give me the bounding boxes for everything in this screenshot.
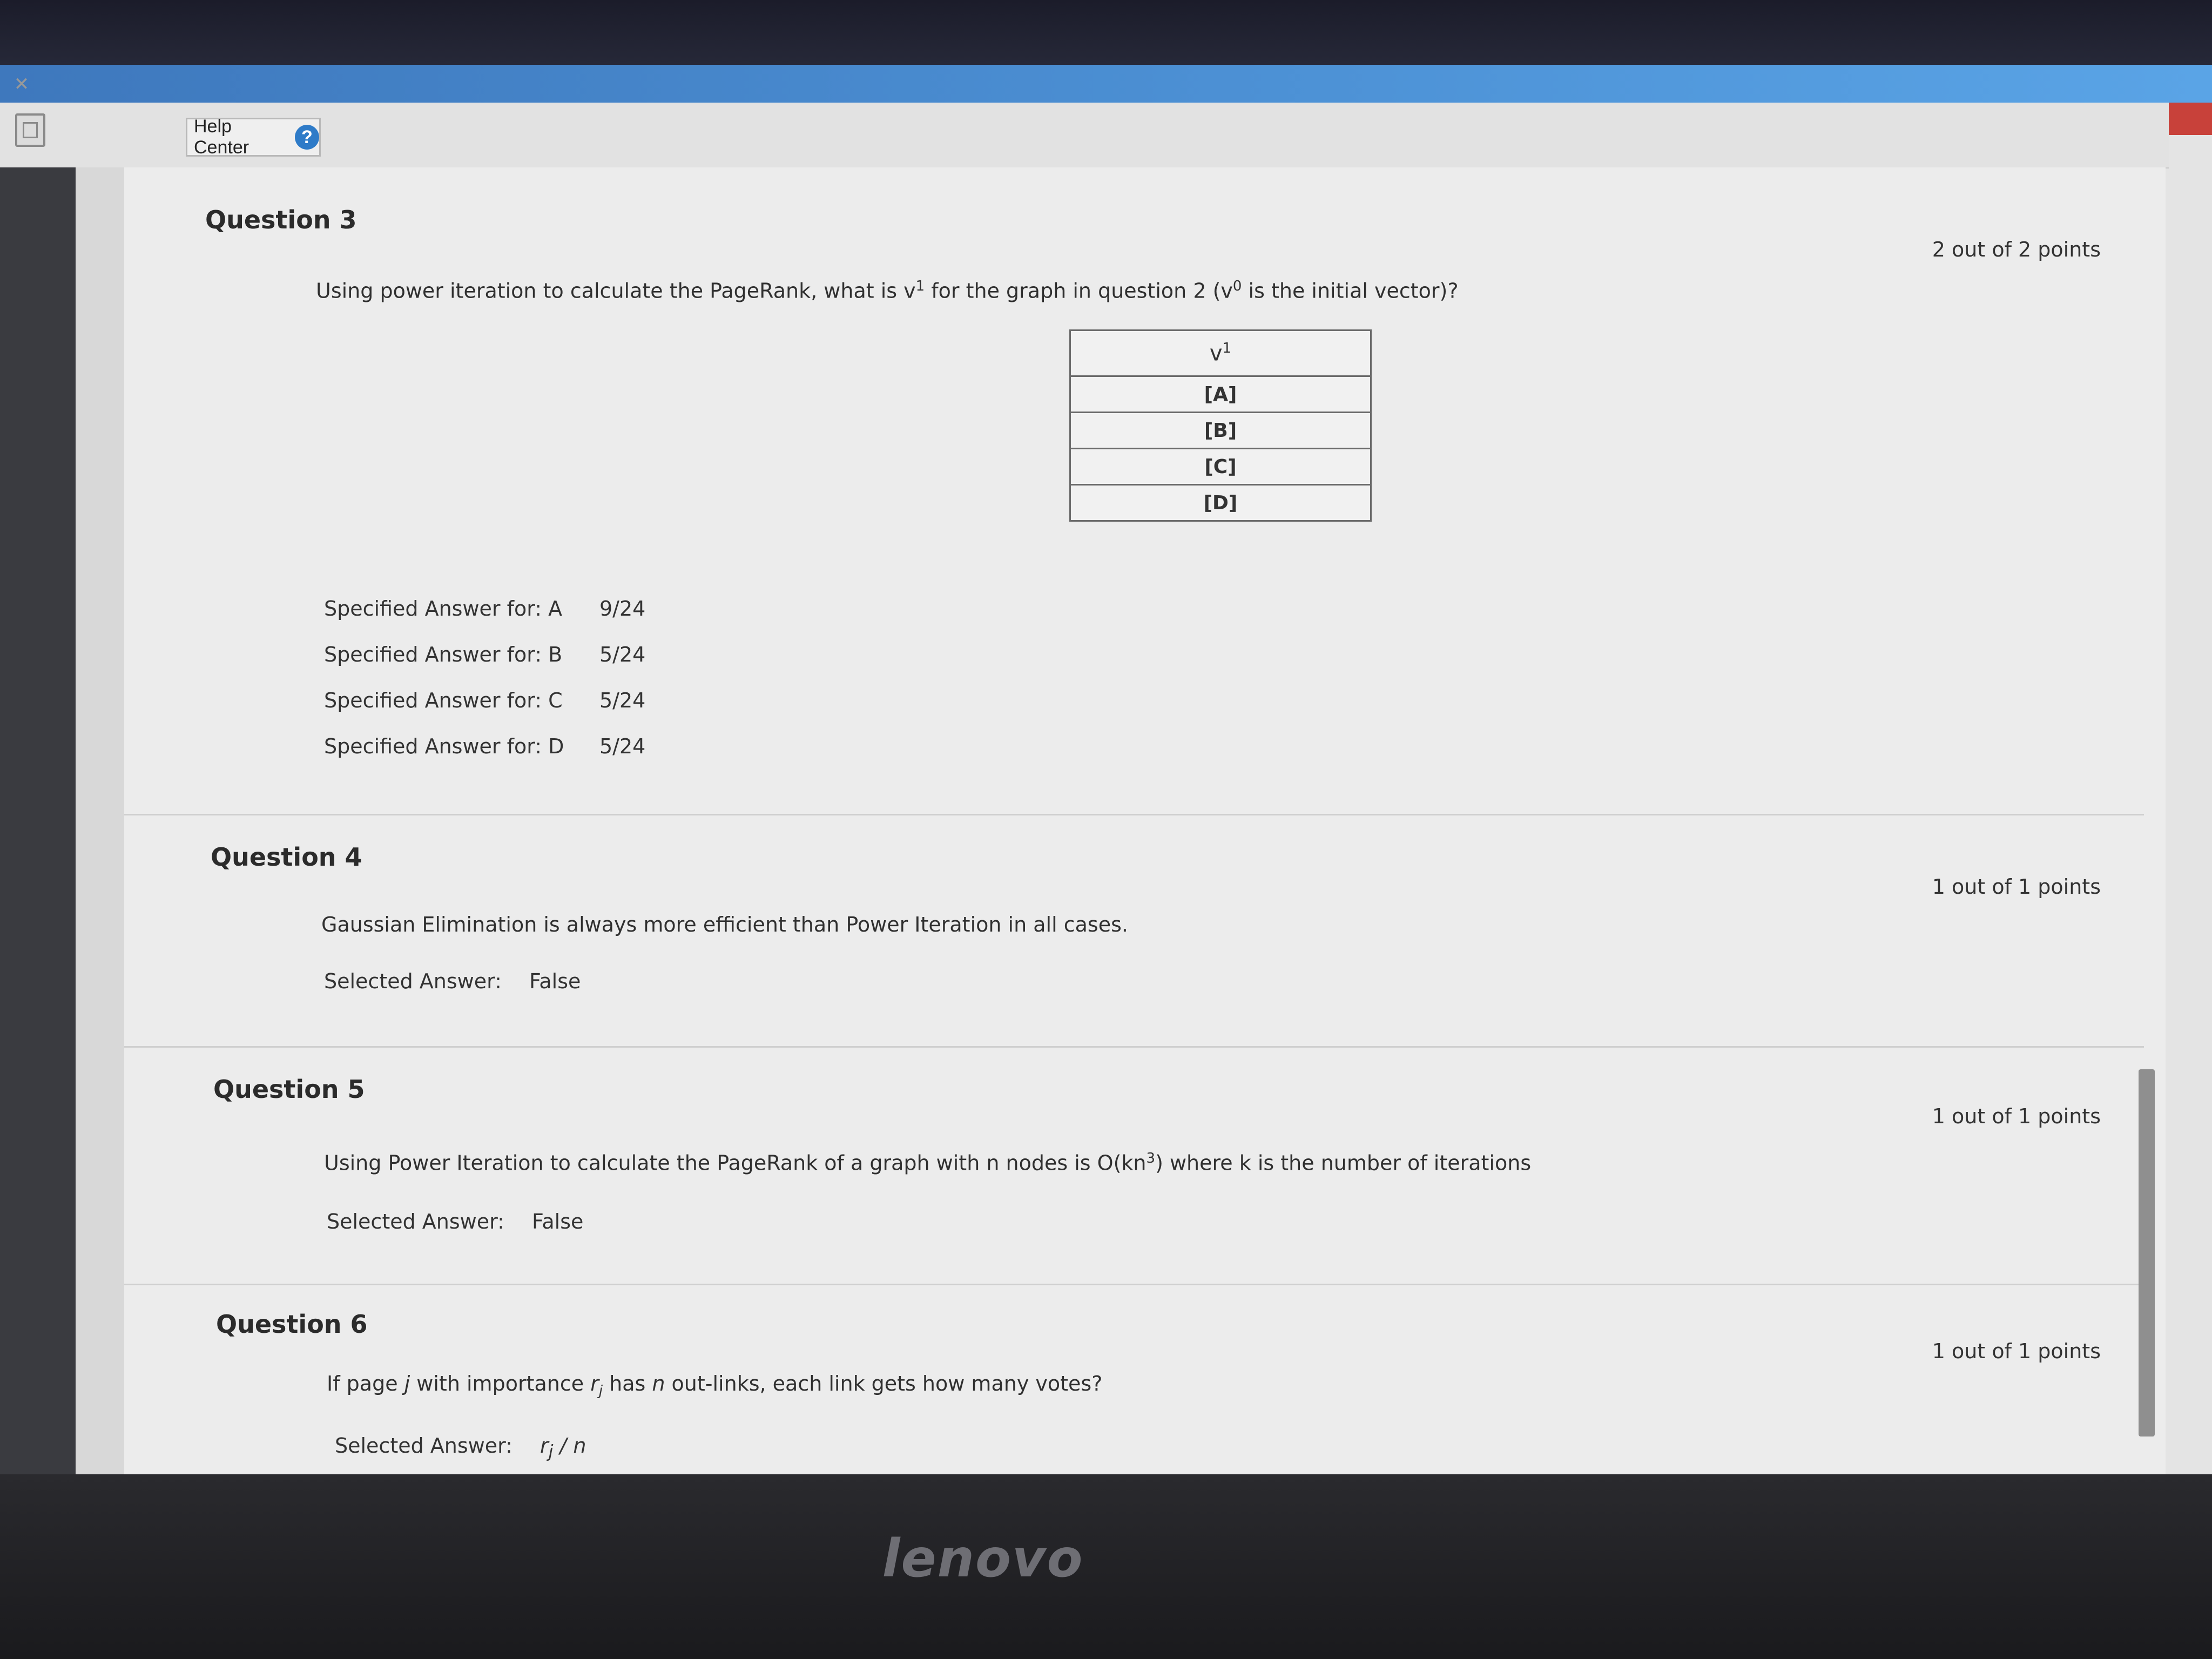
question-block: Question 4 1 out of 1 points Gaussian El… xyxy=(124,815,2144,1048)
answer-row: Specified Answer for: B 5/24 xyxy=(324,643,646,666)
question-text: If page j with importance rj has n out-l… xyxy=(327,1372,1103,1399)
question-title: Question 4 xyxy=(211,842,362,872)
help-center-button[interactable]: Help Center ? xyxy=(186,116,321,158)
answer-row: Selected Answer: rj / n xyxy=(335,1434,586,1462)
answer-row: Specified Answer for: D 5/24 xyxy=(324,734,646,758)
answer-row: Selected Answer: False xyxy=(327,1210,584,1233)
question-points: 1 out of 1 points xyxy=(1932,1104,2101,1128)
laptop-bezel-top xyxy=(0,0,2212,65)
question-title: Question 3 xyxy=(205,205,357,234)
left-gutter xyxy=(76,167,124,1474)
vertical-scrollbar[interactable] xyxy=(2139,1069,2155,1437)
close-icon[interactable]: ✕ xyxy=(11,73,32,95)
table-row: [B] xyxy=(1069,412,1372,449)
question-points: 1 out of 1 points xyxy=(1932,1339,2101,1363)
answer-row: Selected Answer: False xyxy=(324,969,581,993)
help-icon: ? xyxy=(294,125,319,150)
table-row: [C] xyxy=(1069,448,1372,485)
left-rail xyxy=(0,167,76,1474)
window-title-bar: ✕ xyxy=(0,65,2212,103)
screen: ✕ Help Center ? Question 3 2 out of 2 po… xyxy=(0,65,2212,1474)
question-block: Question 6 1 out of 1 points If page j w… xyxy=(124,1285,2144,1474)
question-text: Gaussian Elimination is always more effi… xyxy=(321,913,1128,936)
table-row: [A] xyxy=(1069,375,1372,413)
answer-row: Specified Answer for: C 5/24 xyxy=(324,689,646,712)
table-row: [D] xyxy=(1069,484,1372,522)
table-header: v1 xyxy=(1069,329,1372,377)
question-block: Question 3 2 out of 2 points Using power… xyxy=(124,167,2144,815)
question-block: Question 5 1 out of 1 points Using Power… xyxy=(124,1048,2144,1285)
answer-table: v1 [A] [B] [C] [D] xyxy=(1069,329,1372,522)
help-center-label: Help Center xyxy=(194,116,249,158)
brand-logo: lenovo xyxy=(882,1528,1084,1589)
content-panel: Question 3 2 out of 2 points Using power… xyxy=(124,167,2166,1474)
question-points: 2 out of 2 points xyxy=(1932,238,2101,261)
answer-row: Specified Answer for: A 9/24 xyxy=(324,597,646,621)
question-text: Using Power Iteration to calculate the P… xyxy=(324,1150,1532,1175)
question-title: Question 6 xyxy=(216,1310,368,1339)
question-title: Question 5 xyxy=(213,1075,365,1104)
document-icon[interactable] xyxy=(15,113,45,147)
question-points: 1 out of 1 points xyxy=(1932,875,2101,899)
window-close-corner[interactable] xyxy=(2169,103,2212,135)
question-text: Using power iteration to calculate the P… xyxy=(316,278,1459,303)
toolbar xyxy=(0,103,2169,168)
